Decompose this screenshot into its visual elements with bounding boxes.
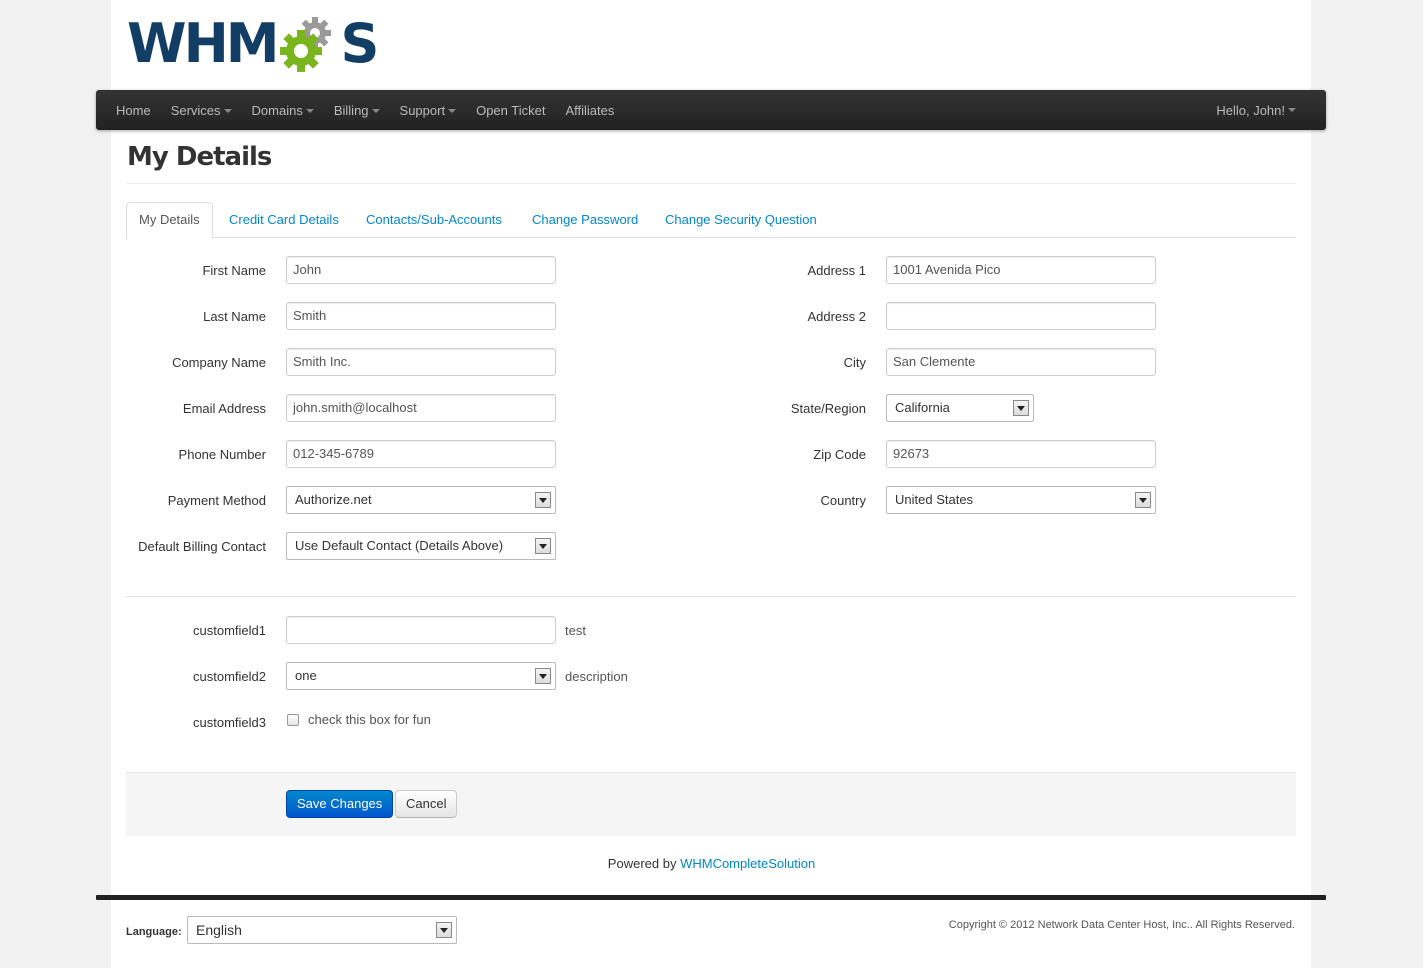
form-actions: Save Changes Cancel — [126, 772, 1296, 836]
customfield2-label: customfield2 — [193, 669, 266, 684]
billing-contact-label: Default Billing Contact — [138, 539, 266, 554]
nav-open-ticket-label: Open Ticket — [476, 102, 546, 118]
country-value: United States — [895, 492, 974, 507]
customfield3-label: customfield3 — [193, 715, 266, 730]
dropdown-arrow-icon[interactable] — [535, 538, 551, 554]
email-field[interactable]: john.smith@localhost — [286, 394, 556, 422]
user-greeting: Hello, John! — [1216, 102, 1285, 118]
caret-down-icon — [1288, 108, 1296, 112]
first-name-field[interactable]: John — [286, 256, 556, 284]
nav-services-label: Services — [170, 102, 221, 118]
tab-change-password[interactable]: Change Password — [518, 202, 652, 238]
country-select[interactable]: United States — [886, 486, 1156, 514]
company-name-label: Company Name — [172, 355, 266, 370]
address2-label: Address 2 — [807, 309, 866, 324]
nav-home-label: Home — [116, 102, 151, 118]
tab-my-details[interactable]: My Details — [126, 202, 213, 239]
email-label: Email Address — [182, 401, 266, 416]
powered-by: Powered by WHMCompleteSolution — [0, 856, 1423, 871]
city-field[interactable]: San Clemente — [886, 348, 1156, 376]
address1-field[interactable]: 1001 Avenida Pico — [886, 256, 1156, 284]
nav-billing[interactable]: Billing — [334, 103, 380, 118]
payment-method-label: Payment Method — [167, 493, 266, 508]
whmcs-link[interactable]: WHMCompleteSolution — [680, 856, 815, 871]
nav-support[interactable]: Support — [400, 103, 457, 118]
nav-affiliates-label: Affiliates — [565, 102, 615, 118]
payment-method-select[interactable]: Authorize.net — [286, 486, 556, 514]
caret-down-icon — [448, 109, 457, 114]
dropdown-arrow-icon[interactable] — [436, 922, 452, 938]
phone-label: Phone Number — [178, 447, 266, 462]
customfield1-help: test — [565, 623, 586, 638]
customfield1-field[interactable] — [286, 616, 556, 644]
zip-label: Zip Code — [813, 447, 866, 462]
last-name-label: Last Name — [203, 309, 266, 324]
whmcs-logo[interactable]: WHM S — [127, 12, 380, 75]
company-name-field[interactable]: Smith Inc. — [286, 348, 556, 376]
address1-label: Address 1 — [807, 263, 866, 278]
dropdown-arrow-icon[interactable] — [1135, 492, 1151, 508]
gear-icon — [279, 15, 339, 73]
billing-contact-select[interactable]: Use Default Contact (Details Above) — [286, 532, 556, 560]
nav-domains-label: Domains — [251, 102, 303, 118]
city-label: City — [843, 355, 866, 370]
logo-text-right: S — [340, 12, 380, 75]
address2-field[interactable] — [886, 302, 1156, 330]
customfield1-label: customfield1 — [193, 623, 266, 638]
language-value: English — [196, 922, 242, 938]
tab-bar: My Details Credit Card Details Contacts/… — [126, 202, 1296, 239]
nav-services[interactable]: Services — [171, 103, 232, 118]
nav-open-ticket[interactable]: Open Ticket — [476, 103, 545, 118]
customfield2-value: one — [295, 668, 317, 683]
page-title: My Details — [127, 142, 272, 172]
main-navbar: Home Services Domains Billing Support Op… — [96, 90, 1326, 130]
dropdown-arrow-icon[interactable] — [535, 668, 551, 684]
customfield2-help: description — [565, 669, 628, 684]
phone-field[interactable]: 012-345-6789 — [286, 440, 556, 468]
customfield3-checkbox-label[interactable]: check this box for fun — [308, 712, 431, 727]
nav-billing-label: Billing — [333, 102, 369, 118]
nav-affiliates[interactable]: Affiliates — [565, 103, 614, 118]
nav-home[interactable]: Home — [116, 103, 151, 118]
caret-down-icon — [223, 109, 232, 114]
customfield2-select[interactable]: one — [286, 662, 556, 690]
cancel-button[interactable]: Cancel — [395, 790, 458, 818]
title-divider — [126, 183, 1296, 184]
nav-support-label: Support — [399, 102, 446, 118]
dropdown-arrow-icon[interactable] — [1013, 400, 1029, 416]
language-select[interactable]: English — [187, 916, 457, 944]
country-label: Country — [820, 493, 866, 508]
tab-contacts-sub-accounts[interactable]: Contacts/Sub-Accounts — [352, 202, 516, 238]
powered-by-text: Powered by — [607, 856, 677, 871]
last-name-field[interactable]: Smith — [286, 302, 556, 330]
nav-domains[interactable]: Domains — [252, 103, 314, 118]
payment-method-value: Authorize.net — [295, 492, 372, 507]
language-label: Language: — [126, 926, 182, 938]
customfield3-checkbox[interactable] — [287, 714, 299, 726]
section-divider — [126, 596, 1296, 597]
copyright-text: Copyright © 2012 Network Data Center Hos… — [948, 919, 1295, 931]
caret-down-icon — [305, 109, 314, 114]
billing-contact-value: Use Default Contact (Details Above) — [295, 538, 504, 553]
state-value: California — [895, 400, 950, 415]
zip-field[interactable]: 92673 — [886, 440, 1156, 468]
logo-text-left: WHM — [127, 12, 279, 75]
save-changes-button[interactable]: Save Changes — [286, 790, 394, 818]
state-select[interactable]: California — [886, 394, 1034, 422]
dropdown-arrow-icon[interactable] — [535, 492, 551, 508]
tab-credit-card-details[interactable]: Credit Card Details — [215, 202, 353, 238]
caret-down-icon — [371, 109, 380, 114]
first-name-label: First Name — [202, 263, 266, 278]
footer-divider — [96, 895, 1326, 900]
tab-change-security-question[interactable]: Change Security Question — [651, 202, 831, 238]
user-menu[interactable]: Hello, John! — [1216, 90, 1296, 130]
state-label: State/Region — [790, 401, 866, 416]
